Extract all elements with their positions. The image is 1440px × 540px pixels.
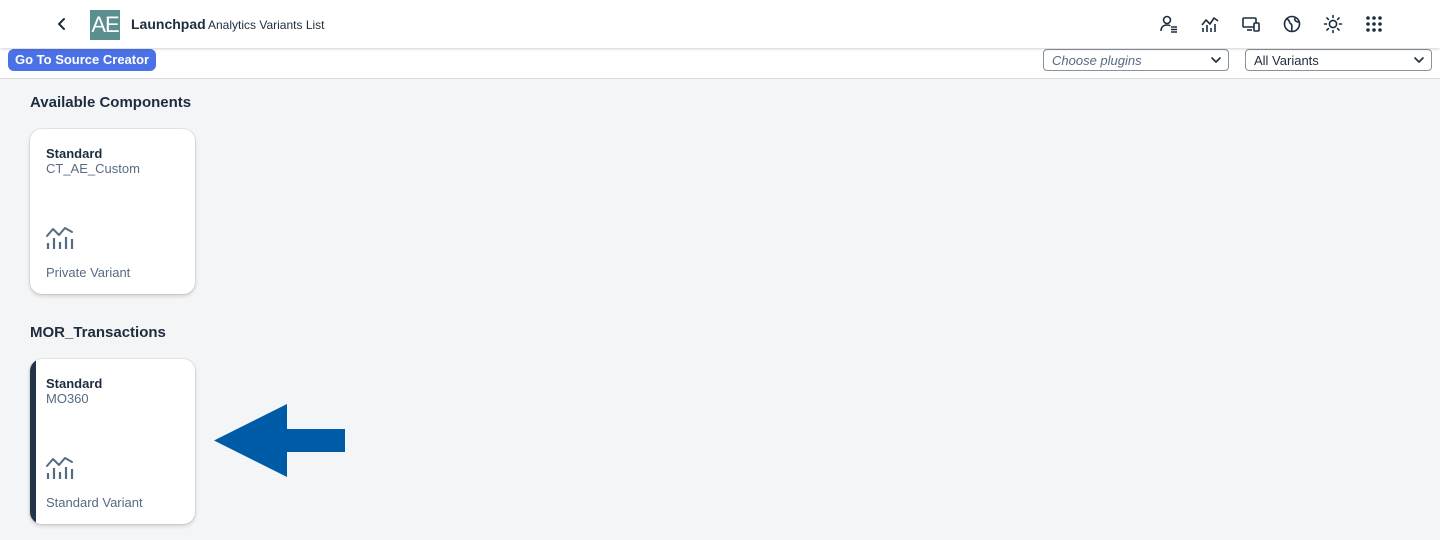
tile-footer: Standard Variant [46,495,143,510]
devices-icon [1242,17,1260,32]
tile-subtitle: CT_AE_Custom [46,161,140,176]
chevron-down-icon [1414,57,1424,63]
section-title-mor-transactions: MOR_Transactions [30,324,166,341]
choose-plugins-select[interactable]: Choose plugins [1043,49,1229,71]
chevron-left-icon [58,18,65,30]
shell-actions [1153,8,1390,40]
tile-title: Standard [46,376,103,391]
app-logo[interactable]: AE [90,10,120,40]
annotation-arrow-left-icon [214,404,345,477]
shell-header: AE Launchpad Analytics Variants List [0,0,1440,48]
back-button[interactable] [50,12,74,36]
shell-subtitle: Analytics Variants List [208,18,325,32]
theme-sun-icon [1323,14,1343,34]
choose-plugins-placeholder: Choose plugins [1052,52,1142,68]
language-button[interactable] [1276,8,1308,40]
user-settings-button[interactable] [1153,8,1185,40]
theme-button[interactable] [1317,8,1349,40]
user-settings-icon [1160,15,1177,33]
tile-footer: Private Variant [46,265,131,280]
analytics-button[interactable] [1194,8,1226,40]
line-chart-icon [46,457,74,479]
variants-select[interactable]: All Variants [1245,49,1432,71]
variant-tile-mo360[interactable]: Standard MO360 Standard Variant [30,359,195,524]
shell-title: Launchpad [131,16,206,32]
variants-select-value: All Variants [1254,52,1319,68]
section-title-available-components: Available Components [30,94,192,111]
app-grid-button[interactable] [1358,8,1390,40]
toolbar: Go To Source Creator Choose plugins All … [0,48,1440,79]
variant-tile-ct-ae-custom[interactable]: Standard CT_AE_Custom Private Variant [30,129,195,294]
analytics-icon [1201,17,1219,32]
globe-icon [1283,15,1301,33]
tile-title: Standard [46,146,103,161]
tile-subtitle: MO360 [46,391,89,406]
chevron-down-icon [1211,57,1221,63]
devices-button[interactable] [1235,8,1267,40]
go-to-source-creator-button[interactable]: Go To Source Creator [8,49,157,71]
line-chart-icon [46,227,74,249]
app-grid-icon [1366,16,1382,32]
